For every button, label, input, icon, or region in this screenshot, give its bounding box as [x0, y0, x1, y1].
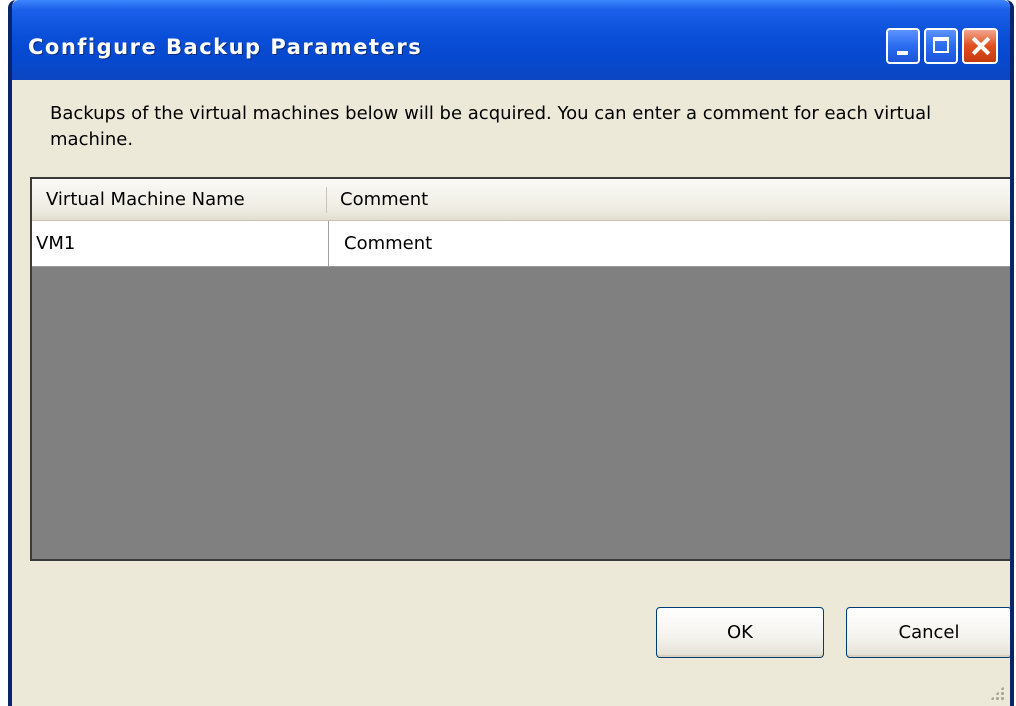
vm-table: Virtual Machine Name Comment VM1 Comment	[30, 177, 1010, 561]
vm-name-cell[interactable]: VM1	[36, 221, 324, 266]
minimize-icon	[897, 51, 908, 55]
minimize-button[interactable]	[886, 28, 920, 64]
close-icon	[964, 30, 996, 62]
close-button[interactable]	[962, 28, 998, 64]
table-row[interactable]: VM1 Comment	[32, 221, 1010, 267]
dialog-window: Configure Backup Parameters Backups of t…	[8, 0, 1014, 706]
column-header-vm-name[interactable]: Virtual Machine Name	[46, 179, 245, 221]
ok-button[interactable]: OK	[656, 607, 824, 658]
comment-cell[interactable]: Comment	[344, 221, 432, 266]
cancel-button[interactable]: Cancel	[846, 607, 1010, 658]
table-header: Virtual Machine Name Comment	[32, 179, 1010, 221]
resize-grip-icon[interactable]	[990, 686, 1004, 700]
window-title: Configure Backup Parameters	[28, 35, 423, 59]
maximize-button[interactable]	[924, 28, 958, 64]
maximize-icon	[933, 37, 949, 53]
column-header-comment[interactable]: Comment	[340, 179, 428, 221]
title-bar[interactable]: Configure Backup Parameters	[12, 0, 1010, 80]
cell-divider	[328, 221, 329, 266]
description-text: Backups of the virtual machines below wi…	[50, 103, 932, 150]
column-divider[interactable]	[326, 187, 327, 213]
